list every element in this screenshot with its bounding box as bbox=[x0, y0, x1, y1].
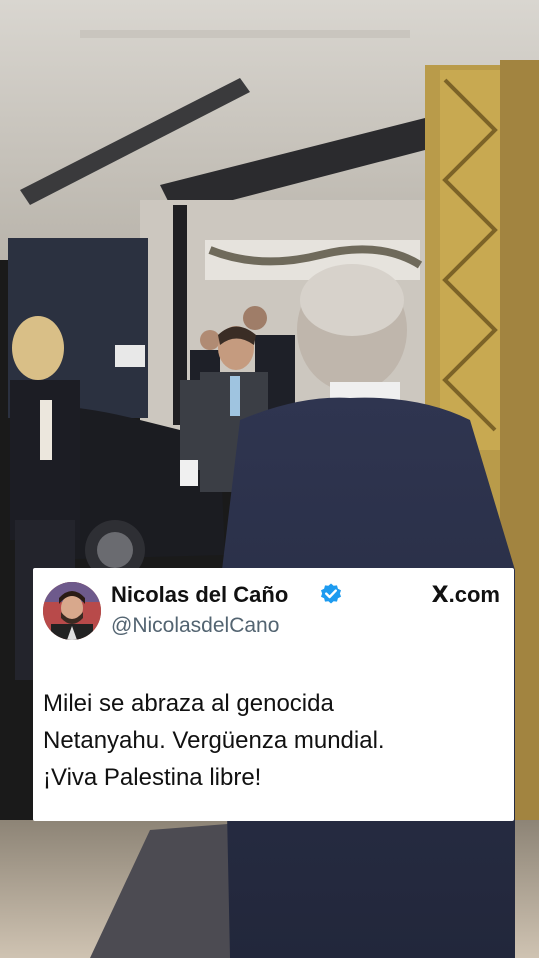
tweet-text-line: Netanyahu. Vergüenza mundial. bbox=[43, 727, 385, 754]
video-frame: Nicolas del Caño @NicolasdelCano X.com M… bbox=[0, 0, 539, 958]
author-handle[interactable]: @NicolasdelCano bbox=[111, 614, 279, 638]
source-domain: .com bbox=[448, 582, 500, 607]
author-name[interactable]: Nicolas del Caño bbox=[111, 582, 288, 608]
x-logo-icon: X.com bbox=[432, 582, 500, 608]
tweet-text: Milei se abraza al genocida Netanyahu. V… bbox=[43, 685, 503, 796]
avatar bbox=[43, 582, 101, 640]
tweet-text-line: ¡Viva Palestina libre! bbox=[43, 764, 262, 791]
verified-badge-icon bbox=[321, 583, 341, 604]
x-mark: X bbox=[431, 583, 449, 608]
tweet-card: Nicolas del Caño @NicolasdelCano X.com M… bbox=[33, 568, 514, 821]
tweet-text-line: Milei se abraza al genocida bbox=[43, 690, 334, 717]
